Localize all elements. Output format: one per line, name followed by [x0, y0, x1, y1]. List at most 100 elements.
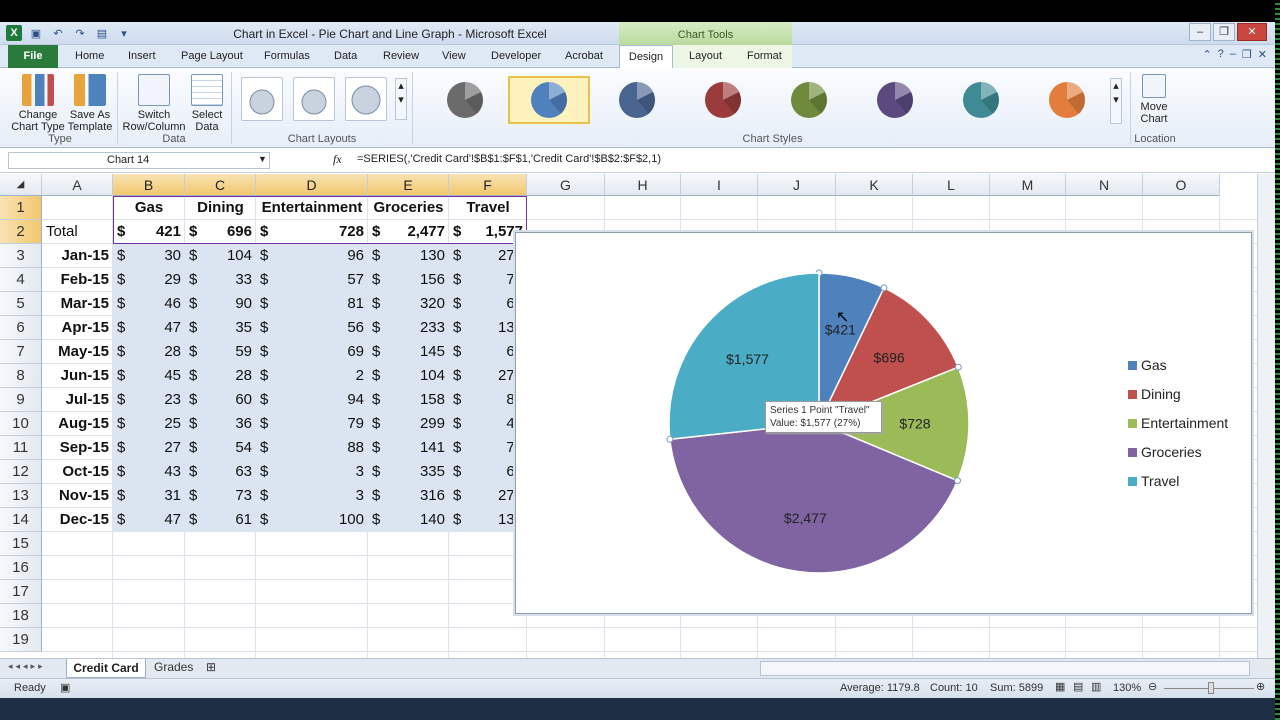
column-header-o[interactable]: O [1143, 174, 1220, 196]
data-value[interactable]: 25 [117, 412, 181, 436]
column-header-m[interactable]: M [990, 174, 1066, 196]
data-value[interactable]: 69 [453, 460, 523, 484]
page-break-view-icon[interactable]: ▥ [1091, 680, 1101, 693]
column-header-e[interactable]: E [368, 174, 449, 196]
data-value[interactable]: 45 [117, 364, 181, 388]
header-cell[interactable]: Travel [453, 196, 523, 220]
row-header-15[interactable]: 15 [0, 532, 42, 556]
chart-style-3[interactable] [596, 76, 678, 124]
total-value[interactable]: 421 [117, 220, 181, 244]
data-value[interactable]: 158 [372, 388, 445, 412]
data-value[interactable]: 36 [189, 412, 252, 436]
data-value[interactable]: 59 [189, 340, 252, 364]
total-value[interactable]: 728 [260, 220, 364, 244]
restore-button[interactable]: ❐ [1213, 23, 1235, 41]
column-header-h[interactable]: H [605, 174, 681, 196]
workbook-close-icon[interactable]: ✕ [1258, 48, 1267, 61]
select-data-button[interactable]: Select Data [188, 74, 226, 133]
tab-home[interactable]: Home [75, 50, 104, 62]
chart-style-1[interactable] [424, 76, 506, 124]
data-value[interactable]: 2 [260, 364, 364, 388]
minimize-button[interactable]: – [1189, 23, 1211, 41]
column-header-n[interactable]: N [1066, 174, 1143, 196]
insert-sheet-icon[interactable]: ⊞ [206, 660, 216, 674]
month-label[interactable]: Aug-15 [46, 412, 109, 436]
data-value[interactable]: 69 [453, 292, 523, 316]
month-label[interactable]: May-15 [46, 340, 109, 364]
workbook-restore-icon[interactable]: ❐ [1242, 48, 1252, 61]
data-value[interactable]: 132 [453, 508, 523, 532]
slice-selection-handle[interactable] [953, 477, 961, 485]
page-layout-view-icon[interactable]: ▤ [1073, 680, 1083, 693]
month-label[interactable]: Jun-15 [46, 364, 109, 388]
data-value[interactable]: 61 [189, 508, 252, 532]
macro-record-icon[interactable]: ▣ [60, 681, 70, 694]
column-header-c[interactable]: C [185, 174, 256, 196]
chart-style-2[interactable] [508, 76, 590, 124]
tab-format[interactable]: Format [747, 50, 782, 62]
row-header-16[interactable]: 16 [0, 556, 42, 580]
tab-data[interactable]: Data [334, 50, 357, 62]
data-value[interactable]: 31 [117, 484, 181, 508]
data-label-groceries[interactable]: $2,477 [784, 510, 827, 526]
month-label[interactable]: Feb-15 [46, 268, 109, 292]
data-value[interactable]: 273 [453, 244, 523, 268]
tab-view[interactable]: View [442, 50, 466, 62]
data-value[interactable]: 90 [189, 292, 252, 316]
data-value[interactable]: 272 [453, 364, 523, 388]
chart-style-5[interactable] [768, 76, 850, 124]
chart-style-7[interactable] [940, 76, 1022, 124]
data-value[interactable]: 104 [189, 244, 252, 268]
data-value[interactable]: 29 [117, 268, 181, 292]
zoom-in-icon[interactable]: ⊕ [1256, 680, 1265, 693]
data-value[interactable]: 33 [189, 268, 252, 292]
column-header-d[interactable]: D [256, 174, 368, 196]
row-header-9[interactable]: 9 [0, 388, 42, 412]
tab-design[interactable]: Design [619, 45, 673, 69]
tab-review[interactable]: Review [383, 50, 419, 62]
sheet-tab-grades[interactable]: Grades [154, 660, 193, 674]
data-value[interactable]: 63 [189, 460, 252, 484]
data-value[interactable]: 46 [117, 292, 181, 316]
switch-row-column-button[interactable]: Switch Row/Column [122, 74, 186, 133]
data-value[interactable]: 73 [189, 484, 252, 508]
data-value[interactable]: 299 [372, 412, 445, 436]
data-value[interactable]: 94 [260, 388, 364, 412]
data-value[interactable]: 104 [372, 364, 445, 388]
month-label[interactable]: Dec-15 [46, 508, 109, 532]
data-value[interactable]: 100 [260, 508, 364, 532]
header-cell[interactable]: Groceries [372, 196, 445, 220]
row-header-8[interactable]: 8 [0, 364, 42, 388]
column-header-b[interactable]: B [113, 174, 185, 196]
row-header-5[interactable]: 5 [0, 292, 42, 316]
data-value[interactable]: 47 [117, 508, 181, 532]
data-value[interactable]: 69 [453, 340, 523, 364]
column-header-k[interactable]: K [836, 174, 913, 196]
data-value[interactable]: 96 [260, 244, 364, 268]
zoom-level[interactable]: 130% [1113, 682, 1141, 694]
data-value[interactable]: 79 [260, 412, 364, 436]
column-header-j[interactable]: J [758, 174, 836, 196]
change-chart-type-button[interactable]: Change Chart Type [8, 74, 68, 133]
tab-insert[interactable]: Insert [128, 50, 156, 62]
chart-layout-2[interactable] [293, 77, 335, 121]
data-value[interactable]: 60 [189, 388, 252, 412]
row-header-19[interactable]: 19 [0, 628, 42, 652]
layouts-gallery-scroll[interactable]: ▴ ▾ [395, 78, 407, 120]
slice-selection-handle[interactable] [880, 284, 888, 292]
data-label-travel[interactable]: $1,577 [726, 351, 769, 367]
chart-style-4[interactable] [682, 76, 764, 124]
data-value[interactable]: 141 [372, 436, 445, 460]
row-header-11[interactable]: 11 [0, 436, 42, 460]
name-box[interactable]: Chart 14 [8, 152, 270, 169]
row-header-13[interactable]: 13 [0, 484, 42, 508]
row-header-6[interactable]: 6 [0, 316, 42, 340]
legend-item-gas[interactable]: Gas [1128, 357, 1167, 373]
row-header-7[interactable]: 7 [0, 340, 42, 364]
data-value[interactable]: 30 [117, 244, 181, 268]
data-value[interactable]: 3 [260, 484, 364, 508]
legend-item-groceries[interactable]: Groceries [1128, 444, 1202, 460]
data-value[interactable]: 81 [260, 292, 364, 316]
normal-view-icon[interactable]: ▦ [1055, 680, 1065, 693]
row-header-14[interactable]: 14 [0, 508, 42, 532]
